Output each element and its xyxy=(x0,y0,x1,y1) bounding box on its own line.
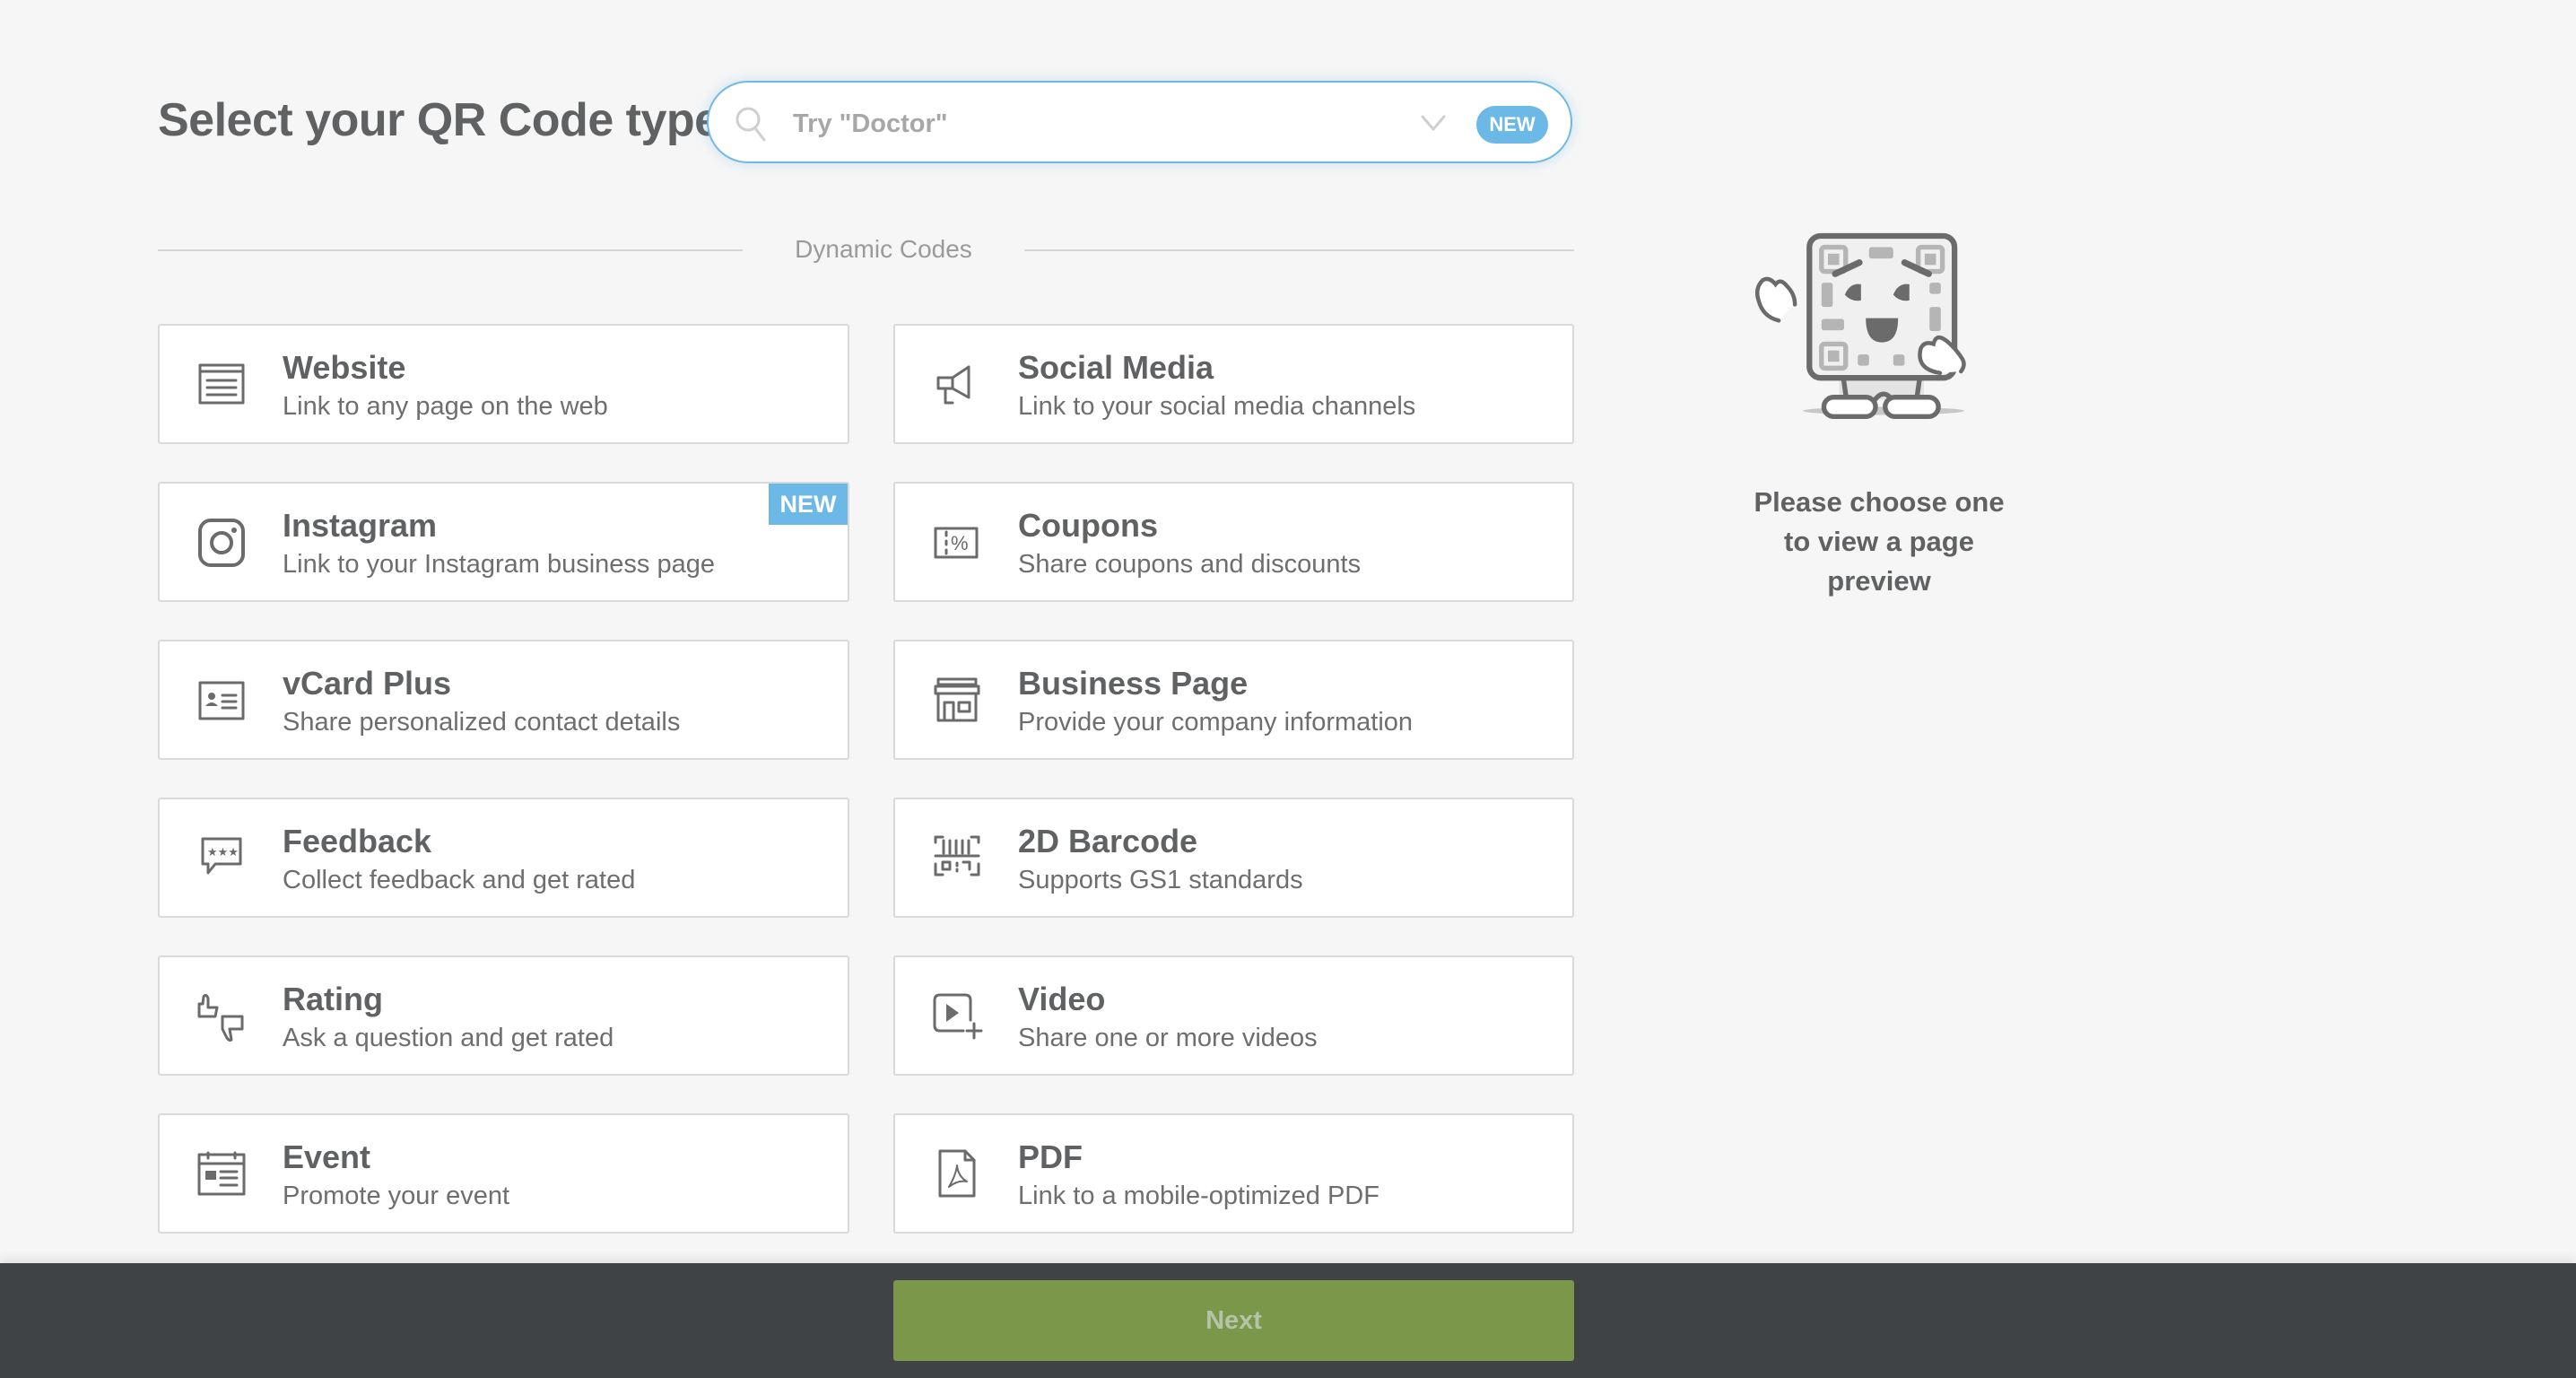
qr-type-card-vcard-plus[interactable]: vCard Plus Share personalized contact de… xyxy=(158,640,849,760)
section-divider-left xyxy=(158,249,743,251)
svg-text:★★★: ★★★ xyxy=(207,846,239,859)
new-badge: NEW xyxy=(1476,106,1548,144)
card-description: Share one or more videos xyxy=(1018,1024,1318,1052)
megaphone-icon xyxy=(936,365,970,405)
instagram-icon xyxy=(198,519,245,567)
card-title: PDF xyxy=(1018,1138,1083,1175)
card-title: Feedback xyxy=(283,823,432,859)
qr-type-card-2d-barcode[interactable]: 2D Barcode Supports GS1 standards xyxy=(893,798,1574,918)
card-description: Provide your company information xyxy=(1018,708,1414,737)
storefront-icon xyxy=(934,677,980,722)
card-description: Supports GS1 standards xyxy=(1018,866,1303,894)
preview-placeholder-message: Please choose one to view a page preview xyxy=(1754,486,2005,597)
qr-type-card-rating[interactable]: Rating Ask a question and get rated xyxy=(158,955,849,1076)
card-description: Link to your social media channels xyxy=(1018,392,1416,421)
card-title: Social Media xyxy=(1018,349,1214,386)
qr-type-card-pdf[interactable]: PDF Link to a mobile-optimized PDF xyxy=(893,1113,1574,1234)
qr-type-card-business-page[interactable]: Business Page Provide your company infor… xyxy=(893,640,1574,760)
video-add-icon xyxy=(933,993,983,1040)
card-title: Video xyxy=(1018,981,1106,1017)
chevron-down-icon[interactable] xyxy=(1419,109,1448,136)
card-description: Ask a question and get rated xyxy=(283,1024,614,1052)
qr-type-card-instagram[interactable]: Instagram Link to your Instagram busines… xyxy=(158,482,849,602)
qr-type-card-event[interactable]: Event Promote your event xyxy=(158,1113,849,1234)
section-divider-right xyxy=(1024,249,1574,251)
next-button[interactable]: Next xyxy=(893,1280,1574,1361)
section-label: Dynamic Codes xyxy=(795,235,972,263)
coupon-percent-icon: % xyxy=(934,527,979,559)
card-title: 2D Barcode xyxy=(1018,823,1198,859)
svg-text:%: % xyxy=(951,532,969,554)
qr-type-card-coupons[interactable]: % Coupons Share coupons and discounts xyxy=(893,482,1574,602)
card-description: Promote your event xyxy=(283,1182,510,1210)
qr-type-card-website[interactable]: Website Link to any page on the web xyxy=(158,324,849,444)
calendar-event-icon xyxy=(197,1151,246,1196)
search-icon xyxy=(735,107,766,142)
qr-mascot-waving-illustration xyxy=(1754,232,1966,420)
barcode-scan-icon xyxy=(934,835,980,877)
card-description: Share personalized contact details xyxy=(283,708,681,737)
card-description: Link to a mobile-optimized PDF xyxy=(1018,1182,1379,1210)
card-title: Website xyxy=(283,349,406,386)
card-title: Business Page xyxy=(1018,665,1249,702)
thumbs-up-down-icon xyxy=(197,993,244,1042)
qr-type-card-video[interactable]: Video Share one or more videos xyxy=(893,955,1574,1076)
pdf-file-icon xyxy=(938,1149,976,1198)
qr-type-card-feedback[interactable]: ★★★ Feedback Collect feedback and get ra… xyxy=(158,798,849,918)
card-title: Rating xyxy=(283,981,383,1017)
browser-window-icon xyxy=(198,363,245,405)
search-input[interactable] xyxy=(791,99,1369,149)
new-badge: NEW xyxy=(769,484,848,525)
page-title: Select your QR Code type xyxy=(158,94,720,146)
card-description: Link to your Instagram business page xyxy=(283,550,715,579)
card-title: vCard Plus xyxy=(283,665,452,702)
qr-type-card-social-media[interactable]: Social Media Link to your social media c… xyxy=(893,324,1574,444)
card-description: Collect feedback and get rated xyxy=(283,866,636,894)
card-description: Link to any page on the web xyxy=(283,392,608,421)
card-title: Coupons xyxy=(1018,507,1158,544)
card-title: Instagram xyxy=(283,507,438,544)
speech-bubble-stars-icon: ★★★ xyxy=(201,837,242,875)
card-title: Event xyxy=(283,1138,371,1175)
contact-card-icon xyxy=(198,681,245,720)
card-description: Share coupons and discounts xyxy=(1018,550,1362,579)
qr-type-search[interactable]: NEW xyxy=(707,81,1572,163)
